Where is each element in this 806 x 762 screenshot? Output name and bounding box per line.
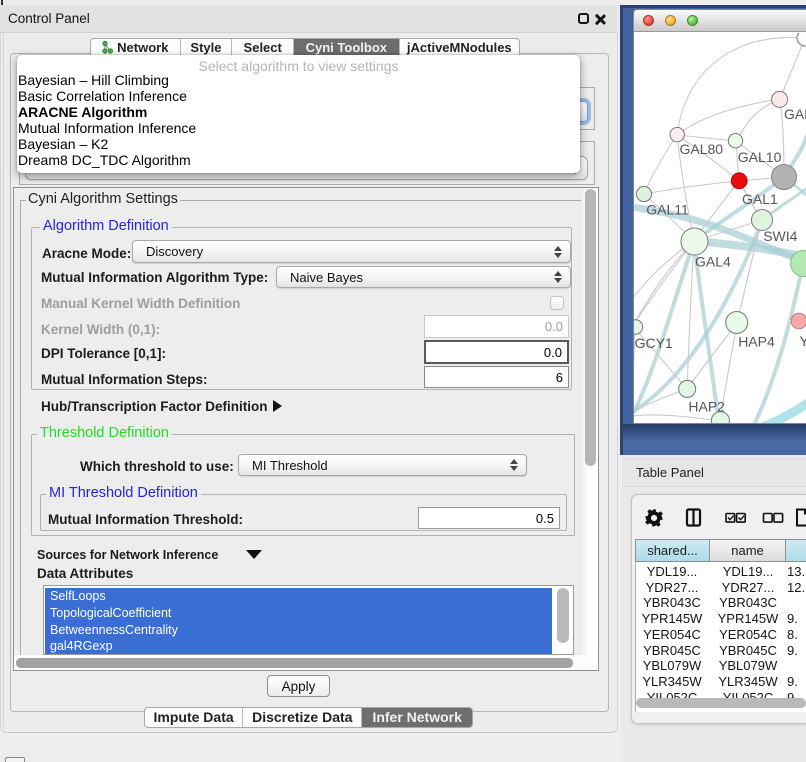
svg-text:SWI4: SWI4 <box>763 228 797 244</box>
svg-text:GCY1: GCY1 <box>635 335 673 351</box>
svg-text:HAP4: HAP4 <box>738 334 775 350</box>
svg-text:GAL7: GAL7 <box>784 106 806 122</box>
svg-text:HAP2: HAP2 <box>688 399 725 415</box>
svg-text:GAL4: GAL4 <box>695 254 731 270</box>
svg-text:GAL11: GAL11 <box>646 202 689 218</box>
svg-text:GAL1: GAL1 <box>742 191 778 207</box>
svg-text:GAL80: GAL80 <box>680 141 724 157</box>
svg-text:GAL10: GAL10 <box>738 149 782 165</box>
svg-text:YJR0: YJR0 <box>800 333 806 349</box>
